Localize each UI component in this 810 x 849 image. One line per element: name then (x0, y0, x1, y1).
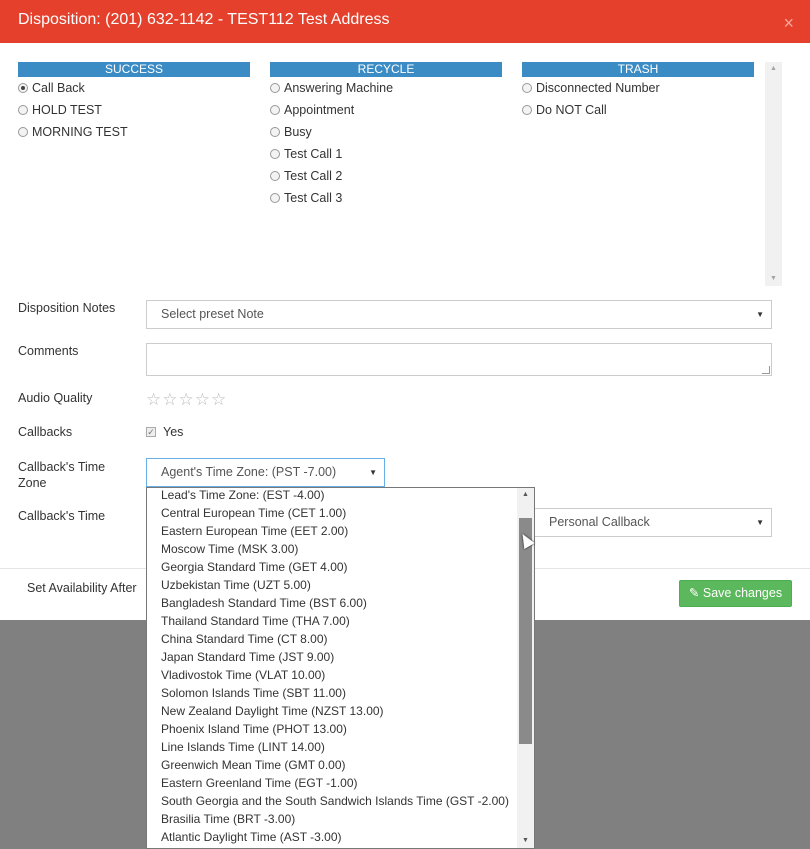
radio-button[interactable] (522, 105, 532, 115)
timezone-option[interactable]: Eastern Greenland Time (EGT -1.00) (161, 774, 358, 792)
radio-button[interactable] (270, 83, 280, 93)
radio-button[interactable] (18, 127, 28, 137)
category-recycle: RECYCLE Answering Machine Appointment Busy… (270, 62, 502, 205)
radio-button[interactable] (270, 193, 280, 203)
scroll-down-icon[interactable]: ▼ (765, 272, 782, 286)
callback-time-label: Callback's Time (18, 509, 106, 523)
disposition-notes-value: Select preset Note (161, 307, 264, 321)
timezone-option[interactable]: Georgia Standard Time (GET 4.00) (161, 558, 348, 576)
disposition-notes-select[interactable]: Select preset Note ▼ (146, 300, 772, 329)
scroll-up-icon[interactable]: ▲ (517, 488, 534, 502)
disposition-option[interactable]: Test Call 3 (270, 190, 342, 206)
comments-textarea[interactable] (146, 343, 772, 376)
disposition-option-label: Test Call 3 (284, 191, 343, 205)
radio-button[interactable] (270, 105, 280, 115)
disposition-option-label: Answering Machine (284, 81, 394, 95)
disposition-option-label: Call Back (32, 81, 85, 95)
radio-button[interactable] (18, 83, 28, 93)
close-icon[interactable]: × (783, 14, 794, 32)
radio-button[interactable] (18, 105, 28, 115)
disposition-option[interactable]: Call Back (18, 80, 85, 96)
categories-scrollbar[interactable]: ▲ ▼ (765, 62, 782, 286)
edit-icon: ✎ (688, 586, 700, 600)
timezone-option[interactable]: Solomon Islands Time (SBT 11.00) (161, 684, 346, 702)
chevron-down-icon: ▼ (756, 310, 764, 319)
timezone-option[interactable]: Greenwich Mean Time (GMT 0.00) (161, 756, 346, 774)
scroll-up-icon[interactable]: ▲ (765, 62, 782, 76)
audio-quality-label: Audio Quality (18, 391, 93, 405)
timezone-option[interactable]: Bangladesh Standard Time (BST 6.00) (161, 594, 367, 612)
callback-timezone-value: Agent's Time Zone: (PST -7.00) (161, 465, 337, 479)
disposition-option[interactable]: Do NOT Call (522, 102, 607, 118)
scroll-down-icon[interactable]: ▼ (517, 834, 534, 848)
chevron-down-icon: ▼ (756, 518, 764, 527)
disposition-option-label: Test Call 1 (284, 147, 343, 161)
disposition-option[interactable]: MORNING TEST (18, 124, 128, 140)
comments-label: Comments (18, 344, 79, 358)
timezone-option[interactable]: Japan Standard Time (JST 9.00) (161, 648, 334, 666)
timezone-option[interactable]: New Zealand Daylight Time (NZST 13.00) (161, 702, 384, 720)
chevron-down-icon: ▼ (369, 468, 377, 477)
disposition-option[interactable]: Appointment (270, 102, 354, 118)
disposition-notes-label: Disposition Notes (18, 301, 116, 315)
timezone-option[interactable]: Eastern European Time (EET 2.00) (161, 522, 348, 540)
timezone-option[interactable]: Lead's Time Zone: (EST -4.00) (161, 488, 324, 504)
timezone-option[interactable]: Vladivostok Time (VLAT 10.00) (161, 666, 325, 684)
disposition-option-label: HOLD TEST (32, 103, 102, 117)
timezone-option[interactable]: China Standard Time (CT 8.00) (161, 630, 328, 648)
callbacks-checkbox[interactable]: ✓ (146, 427, 156, 437)
disposition-option-label: Test Call 2 (284, 169, 343, 183)
disposition-categories: SUCCESS Call Back HOLD TEST MORNING TEST R… (18, 62, 782, 286)
disposition-option[interactable]: HOLD TEST (18, 102, 102, 118)
timezone-option[interactable]: Uzbekistan Time (UZT 5.00) (161, 576, 311, 594)
category-trash: TRASH Disconnected Number Do NOT Call (522, 62, 754, 117)
radio-button[interactable] (522, 83, 532, 93)
disposition-option[interactable]: Answering Machine (270, 80, 393, 96)
disposition-option[interactable]: Test Call 1 (270, 146, 342, 162)
timezone-option[interactable]: Phoenix Island Time (PHOT 13.00) (161, 720, 347, 738)
callback-type-select[interactable]: Personal Callback ▼ (534, 508, 772, 537)
category-header: RECYCLE (270, 62, 502, 77)
timezone-option[interactable]: Moscow Time (MSK 3.00) (161, 540, 298, 558)
star-rating[interactable]: ☆☆☆☆☆ (146, 390, 227, 410)
radio-button[interactable] (270, 171, 280, 181)
callbacks-label: Callbacks (18, 425, 73, 439)
modal-header: Disposition: (201) 632-1142 - TEST112 Te… (0, 0, 810, 43)
radio-button[interactable] (270, 127, 280, 137)
timezone-option[interactable]: Line Islands Time (LINT 14.00) (161, 738, 325, 756)
disposition-option-label: Busy (284, 125, 312, 139)
disposition-option-label: Disconnected Number (536, 81, 660, 95)
modal-title: Disposition: (201) 632-1142 - TEST112 Te… (18, 11, 390, 28)
save-changes-button[interactable]: ✎ Save changes (679, 580, 792, 607)
disposition-option-label: MORNING TEST (32, 125, 128, 139)
disposition-option[interactable]: Disconnected Number (522, 80, 660, 96)
timezone-option[interactable]: South Georgia and the South Sandwich Isl… (161, 792, 509, 810)
callbacks-yes-label: Yes (163, 425, 184, 439)
timezone-option[interactable]: Thailand Standard Time (THA 7.00) (161, 612, 350, 630)
radio-button[interactable] (270, 149, 280, 159)
disposition-option[interactable]: Busy (270, 124, 312, 140)
availability-label: Set Availability After (27, 581, 137, 595)
category-header: SUCCESS (18, 62, 250, 77)
callback-timezone-select[interactable]: Agent's Time Zone: (PST -7.00) ▼ (146, 458, 385, 487)
timezone-option[interactable]: Central European Time (CET 1.00) (161, 504, 346, 522)
category-header: TRASH (522, 62, 754, 77)
save-button-label: Save changes (702, 586, 783, 600)
timezone-dropdown-list[interactable]: Lead's Time Zone: (EST -4.00) Central Eur… (146, 487, 535, 849)
callback-timezone-label: Callback's Time Zone (18, 460, 106, 490)
disposition-option-label: Appointment (284, 103, 355, 117)
disposition-option[interactable]: Test Call 2 (270, 168, 342, 184)
category-success: SUCCESS Call Back HOLD TEST MORNING TEST (18, 62, 250, 139)
resize-grip-icon[interactable] (762, 366, 770, 374)
timezone-option[interactable]: Atlantic Daylight Time (AST -3.00) (161, 828, 342, 846)
callback-type-value: Personal Callback (549, 515, 650, 529)
timezone-option[interactable]: Brasilia Time (BRT -3.00) (161, 810, 295, 828)
disposition-option-label: Do NOT Call (536, 103, 607, 117)
scrollbar-thumb[interactable] (519, 518, 532, 744)
